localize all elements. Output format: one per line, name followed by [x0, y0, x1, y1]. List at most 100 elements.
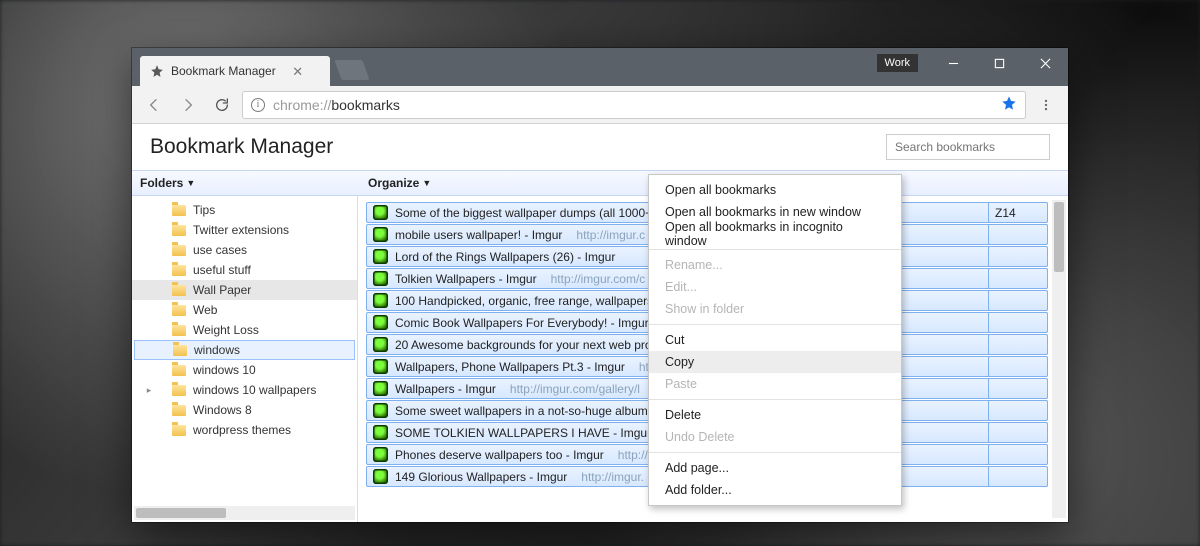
chevron-down-icon: ▼ — [422, 178, 431, 188]
menu-copy[interactable]: Copy — [649, 351, 901, 373]
title-bar: Bookmark Manager ✕ Work — [132, 48, 1068, 86]
profile-badge[interactable]: Work — [877, 54, 918, 72]
maximize-button[interactable] — [976, 48, 1022, 78]
folder-label: Wall Paper — [193, 283, 251, 297]
folder-item[interactable]: windows 10 — [132, 360, 357, 380]
folder-icon — [172, 385, 186, 396]
tab-title: Bookmark Manager — [171, 64, 276, 78]
bookmark-title: 100 Handpicked, organic, free range, wal… — [395, 294, 661, 308]
folder-icon — [172, 305, 186, 316]
favicon-icon — [373, 359, 388, 374]
browser-tab[interactable]: Bookmark Manager ✕ — [140, 56, 330, 86]
folder-label: wordpress themes — [193, 423, 291, 437]
favicon-icon — [373, 381, 388, 396]
close-tab-icon[interactable]: ✕ — [290, 63, 306, 79]
bookmark-url: http://imgur.com/c — [551, 272, 646, 286]
site-info-icon[interactable] — [251, 98, 265, 112]
address-bar[interactable]: chrome://bookmarks — [242, 91, 1026, 119]
folder-label: Windows 8 — [193, 403, 252, 417]
bookmark-item[interactable] — [988, 356, 1048, 377]
bookmark-item[interactable] — [988, 466, 1048, 487]
search-input[interactable] — [886, 134, 1050, 160]
menu-delete[interactable]: Delete — [649, 404, 901, 426]
bookmark-item[interactable] — [988, 422, 1048, 443]
menu-open-all[interactable]: Open all bookmarks — [649, 179, 901, 201]
folder-label: windows 10 wallpapers — [193, 383, 316, 397]
folder-icon — [172, 425, 186, 436]
folder-item[interactable]: useful stuff — [132, 260, 357, 280]
bookmark-title: 149 Glorious Wallpapers - Imgur — [395, 470, 567, 484]
browser-menu-button[interactable] — [1032, 91, 1060, 119]
favicon-icon — [373, 403, 388, 418]
nav-toolbar: chrome://bookmarks — [132, 86, 1068, 124]
bookmark-item[interactable] — [988, 224, 1048, 245]
bookmark-title: Comic Book Wallpapers For Everybody! - I… — [395, 316, 649, 330]
folder-item[interactable]: Windows 8 — [132, 400, 357, 420]
menu-add-page[interactable]: Add page... — [649, 457, 901, 479]
folder-item[interactable]: windows — [134, 340, 355, 360]
bookmark-title: Tolkien Wallpapers - Imgur — [395, 272, 537, 286]
folder-icon — [172, 265, 186, 276]
folders-pane: TipsTwitter extensions use cases useful st… — [132, 196, 358, 522]
bookmark-title: 20 Awesome backgrounds for your next web… — [395, 338, 654, 352]
folder-item[interactable]: Twitter extensions — [132, 220, 357, 240]
expand-caret-icon[interactable]: ▸ — [144, 385, 154, 396]
panel-headers: Folders▼ Organize▼ — [132, 170, 1068, 196]
bookmark-item[interactable] — [988, 290, 1048, 311]
forward-button[interactable] — [174, 91, 202, 119]
bookmark-title: Phones deserve wallpapers too - Imgur — [395, 448, 604, 462]
menu-cut[interactable]: Cut — [649, 329, 901, 351]
back-button[interactable] — [140, 91, 168, 119]
favicon-icon — [373, 249, 388, 264]
vertical-scrollbar[interactable] — [1052, 200, 1066, 518]
favicon-icon — [373, 271, 388, 286]
folder-label: useful stuff — [193, 263, 251, 277]
bookmark-item[interactable] — [988, 334, 1048, 355]
bookmark-item[interactable] — [988, 268, 1048, 289]
bookmark-title: Wallpapers, Phone Wallpapers Pt.3 - Imgu… — [395, 360, 625, 374]
url-path: bookmarks — [331, 97, 399, 113]
bookmark-item[interactable]: Z14 — [988, 202, 1048, 223]
menu-paste: Paste — [649, 373, 901, 395]
horizontal-scrollbar[interactable] — [134, 506, 355, 520]
favicon-icon — [373, 227, 388, 242]
context-menu: Open all bookmarks Open all bookmarks in… — [648, 174, 902, 506]
menu-undo-delete: Undo Delete — [649, 426, 901, 448]
menu-add-folder[interactable]: Add folder... — [649, 479, 901, 501]
folder-item[interactable]: use cases — [132, 240, 357, 260]
new-tab-button[interactable] — [334, 60, 369, 80]
bookmark-manager-page: Bookmark Manager Folders▼ Organize▼ Tips… — [132, 124, 1068, 522]
bookmark-item[interactable] — [988, 444, 1048, 465]
bookmark-url: http://imgur. — [581, 470, 644, 484]
folder-label: use cases — [193, 243, 247, 257]
star-icon — [150, 64, 164, 78]
bookmark-item[interactable] — [988, 312, 1048, 333]
folder-item[interactable]: Web — [132, 300, 357, 320]
bookmark-title: mobile users wallpaper! - Imgur — [395, 228, 562, 242]
favicon-icon — [373, 205, 388, 220]
bookmark-item[interactable] — [988, 400, 1048, 421]
favicon-icon — [373, 469, 388, 484]
minimize-button[interactable] — [930, 48, 976, 78]
folder-item[interactable]: wordpress themes — [132, 420, 357, 440]
favicon-icon — [373, 425, 388, 440]
folder-item[interactable]: Tips — [132, 200, 357, 220]
bookmark-star-icon[interactable] — [1001, 95, 1017, 114]
folder-icon — [172, 405, 186, 416]
folder-label: Web — [193, 303, 217, 317]
close-window-button[interactable] — [1022, 48, 1068, 78]
bookmark-url: http://imgur.c — [576, 228, 645, 242]
menu-show-in-folder: Show in folder — [649, 298, 901, 320]
folder-item[interactable]: ▸ windows 10 wallpapers — [132, 380, 357, 400]
folder-item[interactable]: Weight Loss — [132, 320, 357, 340]
scrollbar-thumb[interactable] — [1054, 202, 1064, 272]
bookmark-item[interactable] — [988, 246, 1048, 267]
scrollbar-thumb[interactable] — [136, 508, 226, 518]
folder-item[interactable]: Wall Paper — [132, 280, 357, 300]
page-header: Bookmark Manager — [132, 124, 1068, 170]
reload-button[interactable] — [208, 91, 236, 119]
folders-dropdown[interactable]: Folders▼ — [132, 171, 358, 195]
folder-label: Weight Loss — [193, 323, 259, 337]
bookmark-item[interactable] — [988, 378, 1048, 399]
menu-open-incognito[interactable]: Open all bookmarks in incognito window — [649, 223, 901, 245]
